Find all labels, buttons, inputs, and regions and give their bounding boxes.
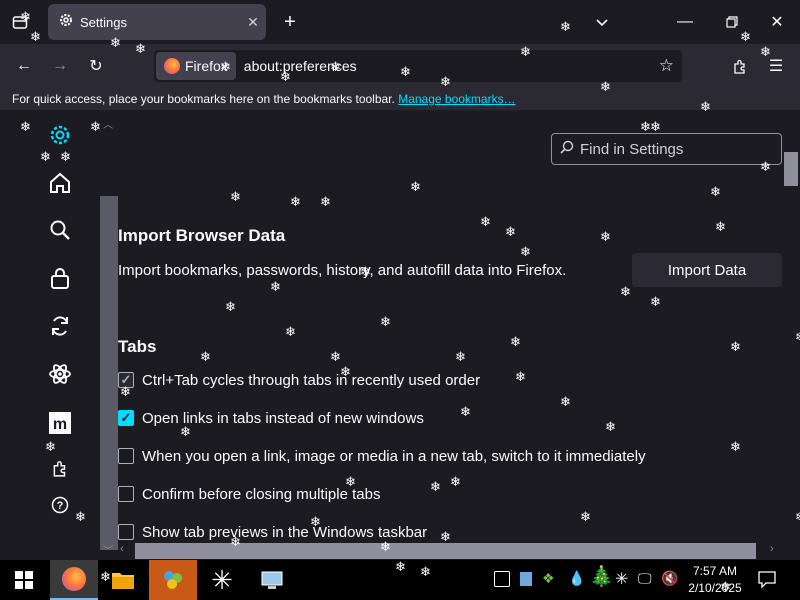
search-input[interactable]: Find in Settings — [551, 133, 782, 165]
svg-text:m: m — [53, 416, 67, 433]
url-bar[interactable]: Firefox about:preferences ☆ — [154, 50, 682, 82]
firefox-logo-icon — [164, 58, 180, 74]
reload-icon[interactable]: ↻ — [84, 54, 108, 78]
navigation-toolbar: ← → ↻ Firefox about:preferences ☆ ☰ — [0, 44, 800, 88]
identity-label: Firefox — [185, 58, 228, 74]
tab-title: Settings — [80, 14, 127, 30]
tabs-option[interactable]: Confirm before closing multiple tabs — [118, 483, 380, 505]
checkbox[interactable] — [118, 524, 134, 540]
tray-snowflake-icon[interactable]: ✳ — [615, 569, 628, 589]
bookmarks-hint-text: For quick access, place your bookmarks h… — [12, 92, 395, 106]
preferences-page: m ? Find in Settings Import Browser Data… — [0, 110, 800, 560]
bookmark-star-icon[interactable]: ☆ — [659, 56, 674, 76]
tray-app-icon[interactable] — [494, 571, 510, 587]
tab-strip: Settings ✕ + — ✕ — [0, 0, 800, 44]
tray-tree-icon[interactable]: 🎄 — [589, 564, 614, 589]
close-window-icon[interactable]: ✕ — [765, 10, 789, 34]
tabs-section-title: Tabs — [118, 337, 157, 356]
menu-icon[interactable]: ☰ — [764, 54, 788, 78]
gear-icon[interactable] — [44, 119, 76, 151]
import-data-button[interactable]: Import Data — [632, 253, 782, 287]
bookmarks-toolbar: For quick access, place your bookmarks h… — [0, 88, 800, 110]
identity-box[interactable]: Firefox — [156, 52, 236, 80]
taskbar-control-panel-icon[interactable] — [248, 560, 296, 600]
taskbar-app-icon[interactable] — [149, 560, 197, 600]
minimize-icon[interactable]: — — [673, 10, 697, 34]
tab-settings[interactable]: Settings ✕ — [48, 4, 266, 40]
notifications-icon[interactable] — [757, 569, 777, 594]
option-label: Ctrl+Tab cycles through tabs in recently… — [142, 371, 481, 389]
scroll-left-arrow-icon[interactable]: ‹ — [120, 543, 124, 555]
network-icon[interactable]: 🖵 — [638, 570, 652, 587]
option-label: When you open a link, image or media in … — [142, 447, 646, 465]
vertical-scroll-thumb[interactable] — [784, 152, 798, 186]
horizontal-scroll-thumb[interactable] — [135, 543, 756, 559]
option-label: Open links in tabs instead of new window… — [142, 409, 424, 427]
clock-time: 7:57 AM — [692, 564, 738, 578]
checkbox[interactable] — [118, 486, 134, 502]
tray-storage-icon[interactable] — [520, 572, 532, 586]
tabs-option[interactable]: When you open a link, image or media in … — [118, 445, 646, 467]
svg-text:?: ? — [57, 500, 64, 512]
tabs-option[interactable]: ✓ Open links in tabs instead of new wind… — [118, 407, 424, 429]
url-text[interactable]: about:preferences — [244, 58, 357, 74]
mozilla-icon[interactable]: m — [44, 407, 76, 439]
clock[interactable]: 7:57 AM 2/10/2025 — [684, 563, 746, 597]
option-label: Show tab previews in the Windows taskbar — [142, 523, 428, 541]
firefox-view-icon[interactable] — [8, 10, 32, 34]
gear-icon — [58, 12, 74, 33]
atom-icon[interactable] — [44, 358, 76, 390]
tray-app2-icon[interactable]: ❖ — [542, 570, 555, 587]
back-icon[interactable]: ← — [12, 54, 36, 78]
checkbox[interactable]: ✓ — [118, 372, 134, 388]
taskbar-file-explorer-icon[interactable] — [99, 560, 147, 600]
import-section-title: Import Browser Data — [118, 226, 286, 245]
restore-icon[interactable] — [720, 10, 744, 34]
home-icon[interactable] — [44, 167, 76, 199]
checkbox[interactable]: ✓ — [118, 410, 134, 426]
extensions-icon[interactable] — [44, 452, 76, 484]
search-placeholder: Find in Settings — [580, 140, 684, 158]
scroll-up-arrow-icon[interactable]: ︿ — [103, 116, 113, 131]
tabs-option[interactable]: ✓ Ctrl+Tab cycles through tabs in recent… — [118, 369, 480, 391]
new-tab-icon[interactable]: + — [278, 10, 302, 34]
manage-bookmarks-link[interactable]: Manage bookmarks… — [398, 92, 515, 106]
scroll-right-arrow-icon[interactable]: › — [770, 543, 774, 555]
import-description: Import bookmarks, passwords, history, an… — [118, 262, 567, 279]
sync-icon[interactable] — [44, 310, 76, 342]
windows-taskbar: ✳ ❖ 💧 🎄 ✳ 🖵 🔇 7:57 AM 2/10/2025 — [0, 560, 800, 600]
extensions-icon[interactable] — [728, 54, 752, 78]
scroll-down-arrow-icon[interactable]: ﹀ — [103, 542, 113, 557]
tabs-option[interactable]: Show tab previews in the Windows taskbar — [118, 521, 427, 543]
search-icon — [560, 140, 574, 158]
forward-icon[interactable]: → — [48, 54, 72, 78]
tray-drop-icon[interactable]: 💧 — [568, 570, 585, 587]
option-label: Confirm before closing multiple tabs — [142, 485, 381, 503]
search-icon[interactable] — [44, 214, 76, 246]
taskbar-snowflake-icon[interactable]: ✳ — [198, 560, 246, 600]
lock-icon[interactable] — [44, 262, 76, 294]
help-icon[interactable]: ? — [44, 489, 76, 521]
list-all-tabs-icon[interactable] — [590, 10, 614, 34]
volume-muted-icon[interactable]: 🔇 — [661, 570, 678, 587]
close-tab-icon[interactable]: ✕ — [240, 14, 266, 31]
start-button[interactable] — [0, 560, 48, 600]
taskbar-firefox-icon[interactable] — [50, 560, 98, 600]
sidebar-scroll-rail — [100, 196, 118, 550]
clock-date: 2/10/2025 — [688, 581, 742, 595]
checkbox[interactable] — [118, 448, 134, 464]
